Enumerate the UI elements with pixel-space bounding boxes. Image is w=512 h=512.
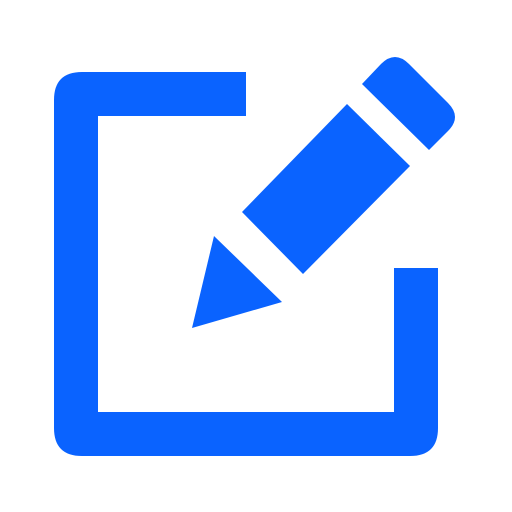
- document-frame: [54, 72, 438, 456]
- pencil-body: [242, 104, 410, 274]
- edit-icon: [54, 57, 455, 456]
- pencil-tip: [192, 236, 282, 328]
- edit-icon-canvas: [0, 0, 512, 512]
